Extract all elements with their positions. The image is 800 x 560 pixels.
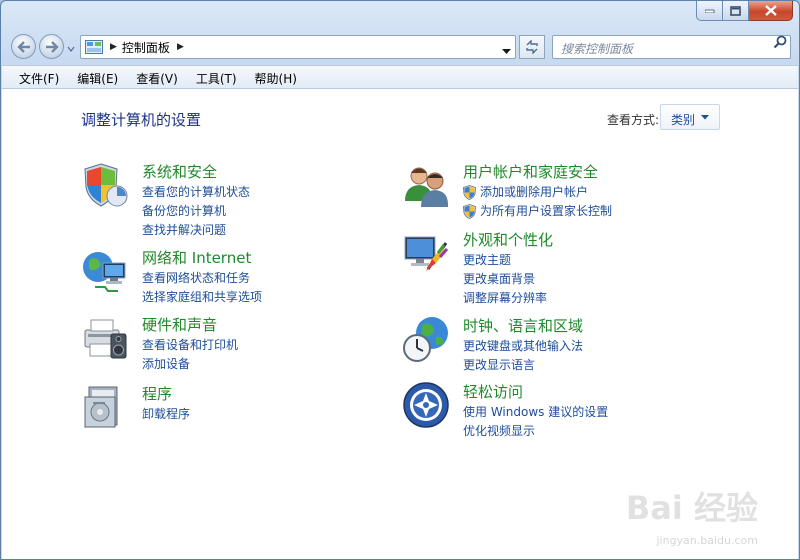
breadcrumb-control-panel[interactable]: 控制面板 bbox=[122, 39, 170, 56]
control-panel-window: ▶ 控制面板 ▶ 搜索控制面板 文件(F) 编辑(E) 查看(V) 工具(T) … bbox=[0, 0, 800, 560]
view-by-value: 类别 bbox=[671, 113, 696, 127]
link-find-fix-problems[interactable]: 查找并解决问题 bbox=[142, 221, 250, 240]
category-title[interactable]: 系统和安全 bbox=[142, 161, 217, 182]
network-globe-icon bbox=[83, 252, 126, 292]
link-add-remove-accounts[interactable]: 添加或删除用户帐户 bbox=[463, 183, 612, 202]
menu-tools[interactable]: 工具(T) bbox=[186, 68, 245, 87]
chevron-down-icon bbox=[502, 49, 511, 54]
link-label: 添加或删除用户帐户 bbox=[480, 185, 589, 199]
shield-system-icon bbox=[84, 163, 128, 207]
category-title[interactable]: 用户帐户和家庭安全 bbox=[463, 161, 598, 182]
arrow-left-icon bbox=[16, 40, 30, 53]
link-windows-suggested-settings[interactable]: 使用 Windows 建议的设置 bbox=[463, 403, 608, 422]
monitor-palette-icon bbox=[404, 236, 449, 271]
menu-bar: 文件(F) 编辑(E) 查看(V) 工具(T) 帮助(H) bbox=[2, 65, 798, 89]
link-parental-controls[interactable]: 为所有用户设置家长控制 bbox=[463, 202, 612, 221]
refresh-icon bbox=[526, 40, 538, 54]
maximize-icon bbox=[730, 5, 741, 16]
menu-file[interactable]: 文件(F) bbox=[9, 68, 67, 87]
minimize-icon bbox=[704, 9, 714, 13]
view-by-label: 查看方式: bbox=[607, 113, 660, 127]
recent-pages-dropdown[interactable] bbox=[67, 41, 75, 55]
category-title[interactable]: 时钟、语言和区域 bbox=[463, 315, 583, 336]
link-change-desktop-background[interactable]: 更改桌面背景 bbox=[463, 270, 547, 289]
category-title[interactable]: 网络和 Internet bbox=[142, 247, 251, 268]
menu-edit[interactable]: 编辑(E) bbox=[67, 68, 126, 87]
caption-buttons bbox=[696, 1, 793, 21]
control-panel-icon bbox=[85, 40, 103, 54]
link-optimize-visual-display[interactable]: 优化视频显示 bbox=[463, 422, 608, 441]
ease-of-access-icon bbox=[403, 382, 449, 428]
link-label: 为所有用户设置家长控制 bbox=[480, 204, 613, 218]
clock-globe-icon bbox=[403, 317, 448, 362]
printer-speaker-icon bbox=[84, 319, 127, 359]
link-change-display-language[interactable]: 更改显示语言 bbox=[463, 356, 583, 375]
breadcrumb-arrow-icon[interactable]: ▶ bbox=[110, 42, 117, 52]
close-icon bbox=[764, 5, 777, 16]
content-pane: 调整计算机的设置 查看方式: 类别 系统和安全 查看您的计算机状态 备份您的计算… bbox=[2, 89, 798, 559]
menu-help[interactable]: 帮助(H) bbox=[245, 68, 305, 87]
users-icon bbox=[405, 167, 449, 207]
minimize-button[interactable] bbox=[696, 1, 723, 21]
link-devices-printers[interactable]: 查看设备和打印机 bbox=[142, 336, 238, 355]
search-icon[interactable] bbox=[773, 35, 787, 49]
close-button[interactable] bbox=[749, 1, 793, 21]
chevron-down-icon bbox=[67, 46, 75, 52]
address-dropdown-button[interactable] bbox=[502, 44, 511, 58]
back-button[interactable] bbox=[11, 34, 36, 59]
uac-shield-icon bbox=[463, 204, 476, 219]
link-view-computer-status[interactable]: 查看您的计算机状态 bbox=[142, 183, 250, 202]
watermark-logo: Bai 经验 bbox=[625, 489, 758, 527]
view-by-dropdown[interactable]: 类别 bbox=[660, 104, 720, 130]
link-adjust-resolution[interactable]: 调整屏幕分辨率 bbox=[463, 289, 547, 308]
forward-button[interactable] bbox=[39, 34, 64, 59]
link-add-device[interactable]: 添加设备 bbox=[142, 355, 238, 374]
maximize-button[interactable] bbox=[723, 1, 749, 21]
category-title[interactable]: 硬件和声音 bbox=[142, 314, 217, 335]
category-title[interactable]: 外观和个性化 bbox=[463, 229, 553, 250]
link-network-status[interactable]: 查看网络状态和任务 bbox=[142, 269, 262, 288]
uac-shield-icon bbox=[463, 185, 476, 200]
category-title[interactable]: 程序 bbox=[142, 383, 172, 404]
category-title[interactable]: 轻松访问 bbox=[463, 381, 523, 402]
link-change-keyboard-input[interactable]: 更改键盘或其他输入法 bbox=[463, 337, 583, 356]
programs-icon bbox=[84, 386, 118, 428]
link-change-theme[interactable]: 更改主题 bbox=[463, 251, 547, 270]
link-homegroup-sharing[interactable]: 选择家庭组和共享选项 bbox=[142, 288, 262, 307]
link-backup-computer[interactable]: 备份您的计算机 bbox=[142, 202, 250, 221]
watermark-url: jingyan.baidu.com bbox=[656, 534, 758, 547]
refresh-button[interactable] bbox=[519, 35, 545, 59]
chevron-down-icon bbox=[701, 115, 709, 120]
page-title: 调整计算机的设置 bbox=[81, 111, 202, 129]
menu-view[interactable]: 查看(V) bbox=[126, 68, 186, 87]
address-bar[interactable]: ▶ 控制面板 ▶ bbox=[80, 35, 516, 59]
arrow-right-icon bbox=[45, 40, 59, 53]
breadcrumb-arrow-icon[interactable]: ▶ bbox=[177, 42, 184, 52]
link-uninstall-program[interactable]: 卸载程序 bbox=[142, 405, 190, 424]
navigation-row: ▶ 控制面板 ▶ 搜索控制面板 bbox=[1, 31, 799, 61]
search-input[interactable]: 搜索控制面板 bbox=[552, 35, 791, 59]
